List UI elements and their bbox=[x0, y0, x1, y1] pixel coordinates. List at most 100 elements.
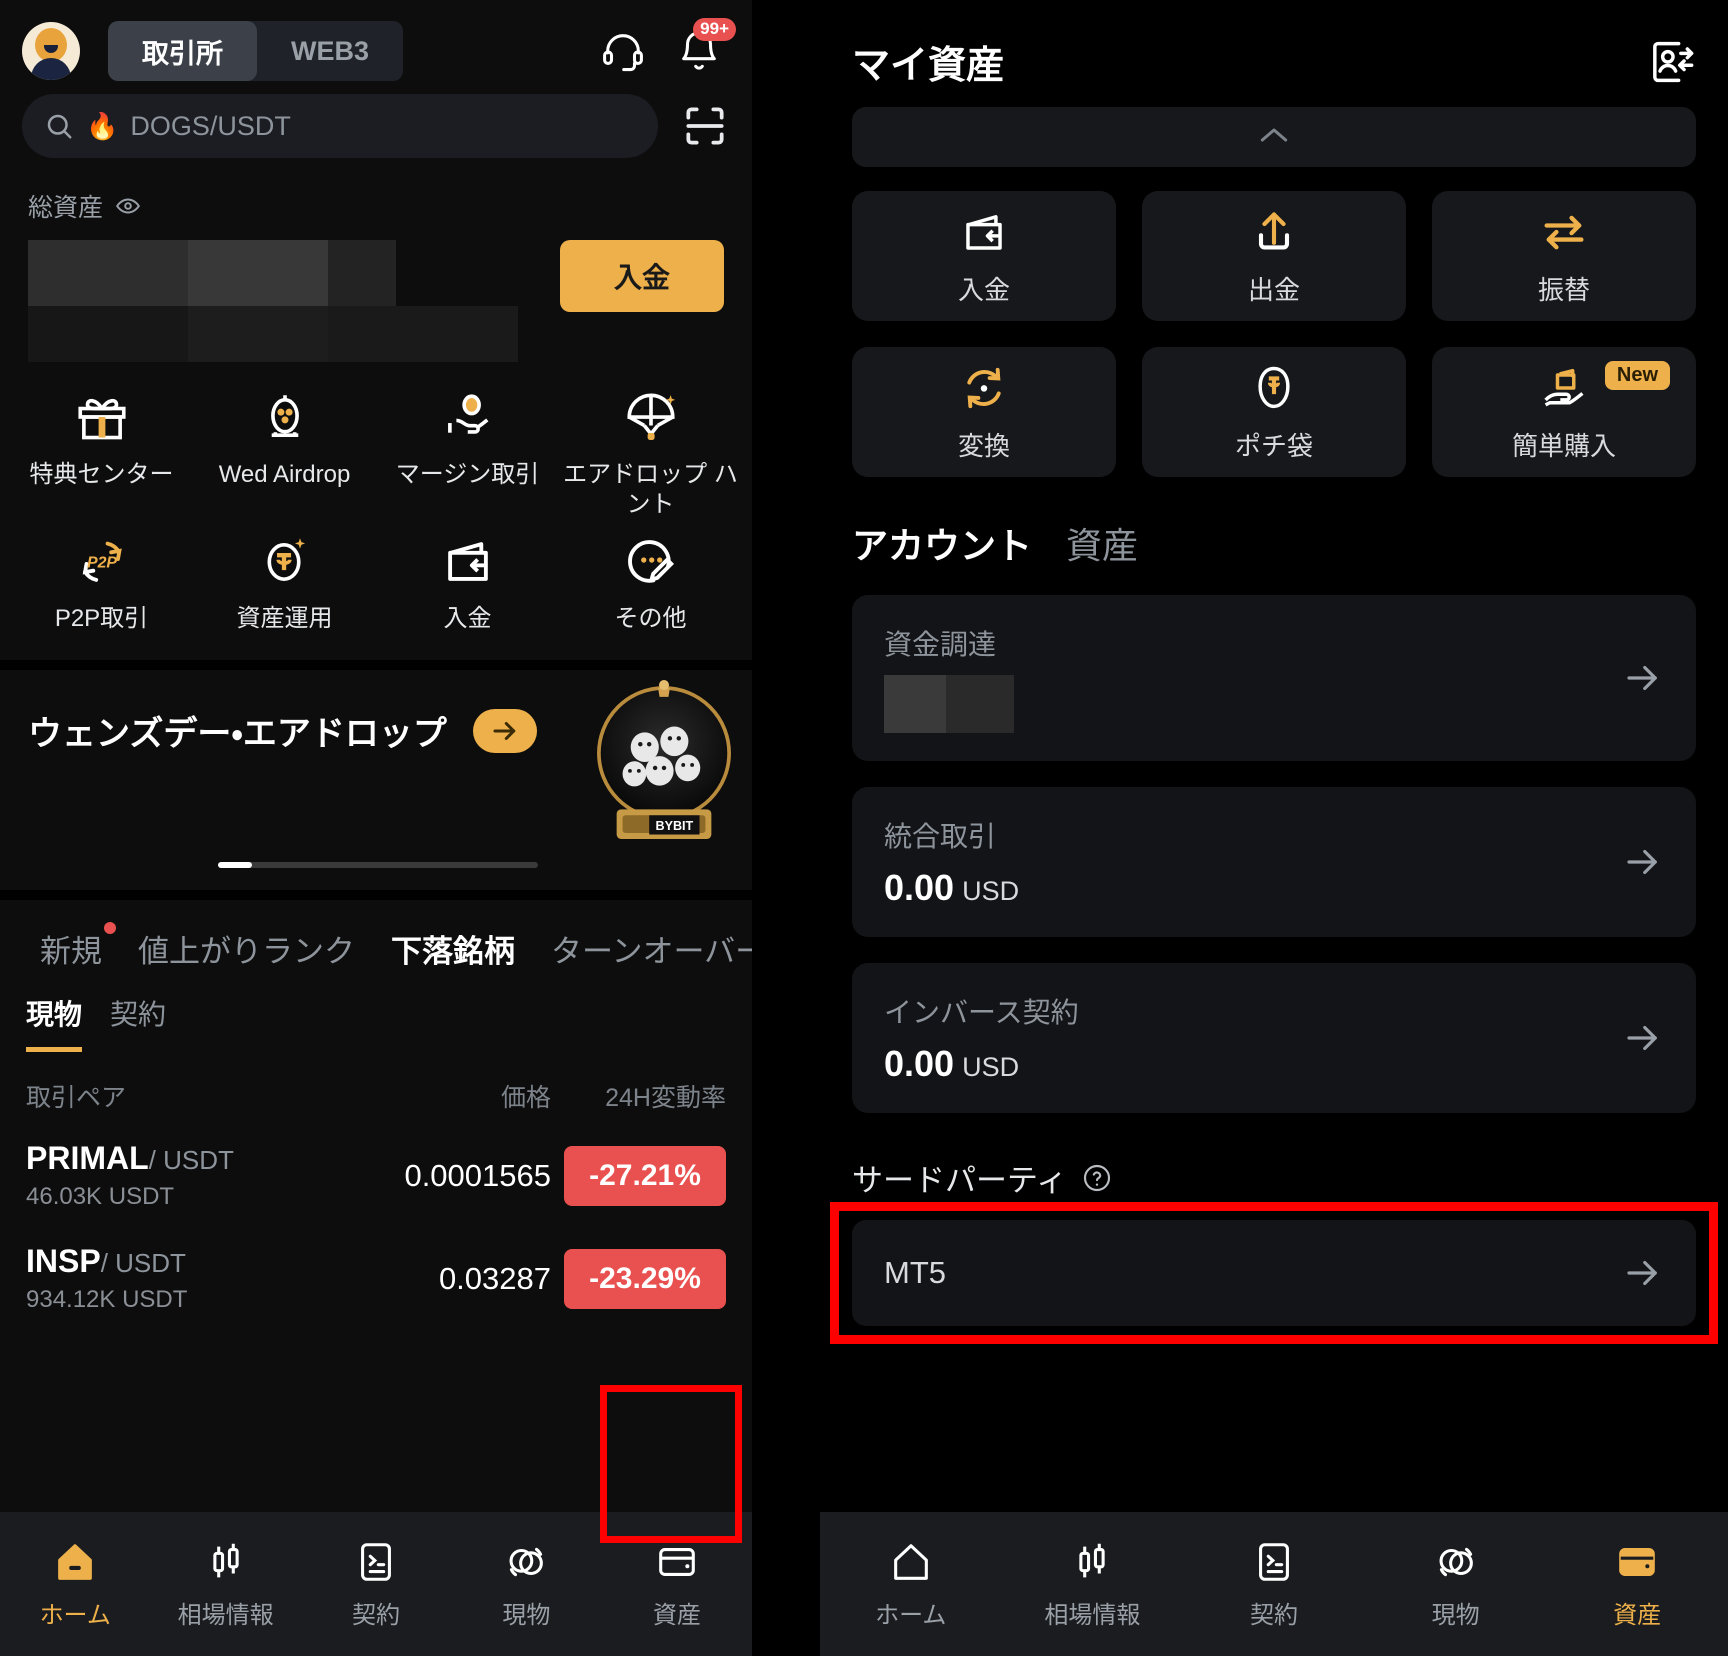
quick-action-margin[interactable]: マージン取引 bbox=[376, 388, 559, 520]
convert-icon bbox=[958, 362, 1010, 414]
action-withdraw[interactable]: 出金 bbox=[1142, 191, 1406, 321]
nav-assets[interactable]: 資産 bbox=[602, 1539, 752, 1630]
account-row-funding[interactable]: 資金調達 bbox=[852, 595, 1696, 761]
avatar[interactable] bbox=[22, 22, 80, 80]
headset-icon[interactable] bbox=[600, 28, 646, 74]
nav-label: ホーム bbox=[875, 1601, 947, 1629]
easy-buy-icon bbox=[1538, 362, 1590, 414]
new-dot-badge bbox=[104, 922, 116, 934]
account-asset-tabs: アカウント 資産 bbox=[820, 477, 1728, 569]
tab-exchange[interactable]: 取引所 bbox=[108, 21, 257, 81]
bell-icon[interactable]: 99+ bbox=[676, 18, 736, 74]
nav-markets[interactable]: 相場情報 bbox=[150, 1539, 300, 1630]
wallet-deposit-icon bbox=[439, 532, 497, 590]
action-label: 振替 bbox=[1537, 274, 1590, 305]
quick-action-p2p[interactable]: P2P P2P取引 bbox=[10, 532, 193, 634]
action-red-packet[interactable]: ポチ袋 bbox=[1142, 347, 1406, 477]
mt5-label: MT5 bbox=[884, 1255, 946, 1290]
nav-spot[interactable]: 現物 bbox=[1365, 1539, 1547, 1630]
account-value: 0.00 USD bbox=[884, 1043, 1622, 1085]
nav-label: 契約 bbox=[1249, 1601, 1298, 1629]
account-name: インバース契約 bbox=[884, 997, 1079, 1028]
account-left: 統合取引 0.00 USD bbox=[884, 815, 1622, 909]
account-row-inverse[interactable]: インバース契約 0.00 USD bbox=[852, 963, 1696, 1113]
exchange-web3-segmented[interactable]: 取引所 WEB3 bbox=[108, 21, 404, 81]
change-badge: -23.29% bbox=[564, 1248, 726, 1309]
table-row[interactable]: INSP/ USDT 934.12K USDT 0.03287 -23.29% bbox=[0, 1227, 752, 1330]
subtab-contract[interactable]: 契約 bbox=[110, 993, 166, 1052]
arrow-right-icon bbox=[1622, 1252, 1664, 1294]
third-party-label: サードパーティ bbox=[852, 1163, 1068, 1198]
quick-action-wed-airdrop[interactable]: Wed Airdrop bbox=[193, 388, 376, 520]
nav-label: 相場情報 bbox=[1044, 1601, 1141, 1629]
action-transfer[interactable]: 振替 bbox=[1432, 191, 1696, 321]
action-easy-buy[interactable]: New 簡単購入 bbox=[1432, 347, 1696, 477]
nav-spot[interactable]: 現物 bbox=[451, 1539, 601, 1630]
nav-contract[interactable]: 契約 bbox=[301, 1539, 451, 1630]
nav-home[interactable]: ホーム bbox=[820, 1539, 1002, 1630]
eye-icon[interactable] bbox=[115, 193, 141, 219]
dual-screenshot: 取引所 WEB3 99+ 🔥 DOGS/USDT 総資産 入金 特典センター W… bbox=[0, 0, 1728, 1656]
third-party-header: サードパーティ bbox=[820, 1113, 1728, 1200]
quick-action-rewards[interactable]: 特典センター bbox=[10, 388, 193, 520]
section-divider bbox=[0, 660, 752, 670]
total-asset-body: 入金 bbox=[28, 240, 724, 362]
col-pair: 取引ペア bbox=[26, 1084, 127, 1112]
action-deposit[interactable]: 入金 bbox=[852, 191, 1116, 321]
action-label: 変換 bbox=[957, 430, 1010, 461]
new-badge: New bbox=[1604, 361, 1670, 390]
quick-action-deposit[interactable]: 入金 bbox=[376, 532, 559, 634]
header-icon-group: 99+ bbox=[600, 18, 736, 74]
deposit-button[interactable]: 入金 bbox=[559, 240, 724, 312]
nav-assets[interactable]: 資産 bbox=[1546, 1539, 1728, 1630]
quick-action-earn[interactable]: 資産運用 bbox=[193, 532, 376, 634]
nav-markets[interactable]: 相場情報 bbox=[1002, 1539, 1184, 1630]
quick-action-label: エアドロップ ハント bbox=[563, 461, 738, 518]
question-circle-icon[interactable] bbox=[1081, 1162, 1113, 1194]
third-party-row-mt5[interactable]: MT5 bbox=[852, 1220, 1696, 1326]
hidden-balance bbox=[28, 240, 518, 362]
collapse-toggle[interactable] bbox=[852, 107, 1696, 167]
action-convert[interactable]: 変換 bbox=[852, 347, 1116, 477]
base-symbol: INSP bbox=[26, 1243, 101, 1279]
account-amount: 0.00 bbox=[884, 1043, 955, 1084]
action-label: 簡単購入 bbox=[1511, 430, 1616, 461]
tab-asset[interactable]: 資産 bbox=[1066, 517, 1138, 569]
nav-home[interactable]: ホーム bbox=[0, 1539, 150, 1630]
quick-action-more[interactable]: その他 bbox=[559, 532, 742, 634]
wallet-icon bbox=[1614, 1539, 1660, 1585]
subtab-spot[interactable]: 現物 bbox=[26, 993, 83, 1052]
right-header: マイ資産 bbox=[820, 0, 1728, 89]
nav-label: 契約 bbox=[352, 1601, 401, 1629]
nav-label: 資産 bbox=[1613, 1601, 1662, 1629]
arrow-right-icon[interactable] bbox=[472, 708, 537, 753]
airdrop-banner[interactable]: ウェンズデー・エアドロップ BYBIT bbox=[0, 670, 752, 890]
market-tab-gainers[interactable]: 値上がりランク bbox=[138, 926, 355, 971]
nav-contract[interactable]: 契約 bbox=[1183, 1539, 1365, 1630]
tab-web3[interactable]: WEB3 bbox=[257, 21, 403, 81]
search-row: 🔥 DOGS/USDT bbox=[0, 90, 752, 166]
quick-action-label: Wed Airdrop bbox=[218, 461, 351, 488]
tab-account[interactable]: アカウント bbox=[852, 517, 1032, 569]
quick-action-airdrop-hunt[interactable]: エアドロップ ハント bbox=[559, 388, 742, 520]
market-tab-turnover[interactable]: ターンオーバー bbox=[551, 926, 752, 971]
market-tab-losers[interactable]: 下落銘柄 bbox=[391, 926, 515, 971]
table-row[interactable]: PRIMAL/ USDT 46.03K USDT 0.0001565 -27.2… bbox=[0, 1124, 752, 1227]
earn-tether-icon bbox=[256, 532, 314, 590]
banner-pager bbox=[218, 862, 538, 868]
arrow-right-icon bbox=[1622, 657, 1664, 699]
quick-action-label: マージン取引 bbox=[395, 461, 540, 488]
hand-coin-icon bbox=[439, 388, 497, 446]
mt5-row-wrapper: MT5 bbox=[830, 1202, 1718, 1344]
panel-gap bbox=[752, 0, 820, 1656]
scan-icon[interactable] bbox=[680, 101, 730, 151]
account-row-unified[interactable]: 統合取引 0.00 USD bbox=[852, 787, 1696, 937]
nav-label: 現物 bbox=[502, 1601, 551, 1629]
market-subtabs: 現物 契約 bbox=[0, 971, 752, 1052]
account-switch-icon[interactable] bbox=[1644, 36, 1696, 88]
page-title: マイ資産 bbox=[852, 45, 1005, 87]
search-input[interactable]: 🔥 DOGS/USDT bbox=[22, 94, 658, 158]
more-edit-icon bbox=[622, 532, 680, 590]
price: 0.0001565 bbox=[404, 1157, 551, 1193]
market-tab-new[interactable]: 新規 bbox=[40, 922, 116, 971]
